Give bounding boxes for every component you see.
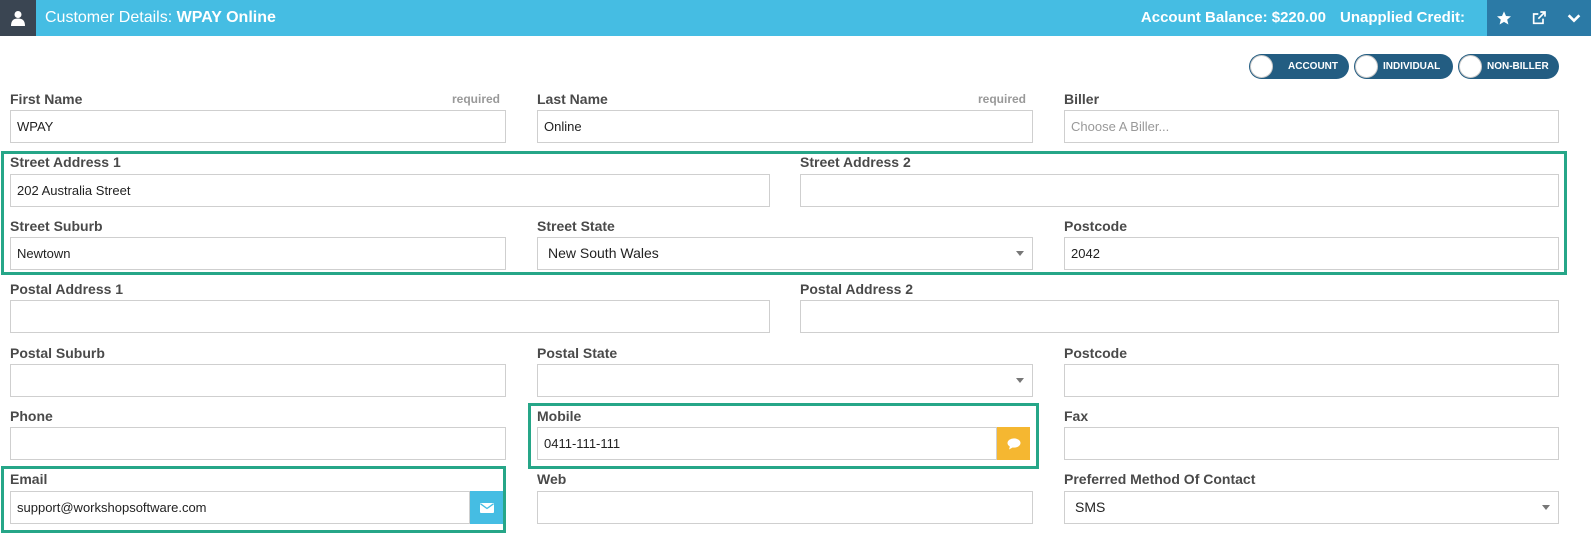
postal-address-2-label: Postal Address 2 bbox=[800, 281, 914, 297]
envelope-icon bbox=[479, 502, 494, 513]
street-address-1-label: Street Address 1 bbox=[10, 154, 121, 170]
user-icon bbox=[0, 0, 36, 36]
mobile-label: Mobile bbox=[537, 408, 582, 424]
account-toggle-label: ACCOUNT bbox=[1288, 61, 1338, 72]
street-suburb-label: Street Suburb bbox=[10, 218, 103, 234]
non-biller-toggle-label: NON-BILLER bbox=[1487, 61, 1549, 72]
street-state-select[interactable]: New South Wales bbox=[537, 237, 1033, 270]
toggle-knob bbox=[1250, 55, 1273, 78]
street-postcode-input[interactable]: 2042 bbox=[1064, 237, 1559, 270]
caret-down-icon bbox=[1016, 251, 1024, 256]
send-sms-button[interactable] bbox=[997, 427, 1030, 460]
page-header: Customer Details: WPAY Online Account Ba… bbox=[0, 0, 1591, 36]
postal-state-select[interactable] bbox=[537, 364, 1033, 397]
caret-down-icon bbox=[1016, 378, 1024, 383]
first-name-required: required bbox=[452, 92, 501, 106]
last-name-label: Last Name bbox=[537, 91, 608, 107]
caret-down-icon bbox=[1542, 505, 1550, 510]
chat-bubble-icon bbox=[1007, 437, 1020, 449]
preferred-contact-label: Preferred Method Of Contact bbox=[1064, 471, 1256, 487]
account-toggle[interactable]: ACCOUNT bbox=[1249, 54, 1349, 79]
email-input[interactable]: support@workshopsoftware.com bbox=[10, 491, 470, 524]
title-prefix: Customer Details: bbox=[45, 9, 173, 26]
web-label: Web bbox=[537, 471, 567, 487]
street-postcode-label: Postcode bbox=[1064, 218, 1128, 234]
account-balance: Account Balance: $220.00 bbox=[1140, 9, 1326, 26]
individual-toggle-label: INDIVIDUAL bbox=[1383, 61, 1441, 72]
header-actions bbox=[1487, 0, 1591, 36]
preferred-contact-select[interactable]: SMS bbox=[1064, 491, 1559, 524]
street-suburb-input[interactable]: Newtown bbox=[10, 237, 506, 270]
email-label: Email bbox=[10, 471, 48, 487]
postal-address-2-input[interactable] bbox=[800, 300, 1559, 333]
send-email-button[interactable] bbox=[470, 491, 503, 524]
non-biller-toggle[interactable]: NON-BILLER bbox=[1458, 54, 1559, 79]
phone-label: Phone bbox=[10, 408, 53, 424]
web-input[interactable] bbox=[537, 491, 1033, 524]
fax-label: Fax bbox=[1064, 408, 1089, 424]
street-address-1-input[interactable]: 202 Australia Street bbox=[10, 174, 770, 207]
postal-suburb-input[interactable] bbox=[10, 364, 506, 397]
postal-state-label: Postal State bbox=[537, 345, 618, 361]
fax-input[interactable] bbox=[1064, 427, 1559, 460]
customer-name: WPAY Online bbox=[176, 9, 276, 26]
street-state-label: Street State bbox=[537, 218, 615, 234]
mobile-input[interactable]: 0411-111-111 bbox=[537, 427, 997, 460]
postal-suburb-label: Postal Suburb bbox=[10, 345, 105, 361]
postal-address-1-label: Postal Address 1 bbox=[10, 281, 124, 297]
account-summary: Account Balance: $220.00 Unapplied Credit… bbox=[1141, 0, 1465, 36]
last-name-input[interactable]: Online bbox=[537, 110, 1033, 143]
preferred-contact-value: SMS bbox=[1075, 499, 1106, 515]
first-name-input[interactable]: WPAY bbox=[10, 110, 506, 143]
chevron-down-icon[interactable] bbox=[1562, 6, 1586, 30]
biller-label: Biller bbox=[1064, 91, 1100, 107]
toggle-knob bbox=[1459, 55, 1482, 78]
unapplied-credit: Unapplied Credit: bbox=[1339, 9, 1465, 26]
phone-input[interactable] bbox=[10, 427, 506, 460]
street-state-value: New South Wales bbox=[548, 245, 659, 261]
biller-select[interactable]: Choose A Biller... bbox=[1064, 110, 1559, 143]
individual-toggle[interactable]: INDIVIDUAL bbox=[1354, 54, 1453, 79]
first-name-label: First Name bbox=[10, 91, 83, 107]
page-title: Customer Details: WPAY Online bbox=[45, 0, 276, 36]
toggle-knob bbox=[1355, 55, 1378, 78]
postal-postcode-input[interactable] bbox=[1064, 364, 1559, 397]
external-link-icon[interactable] bbox=[1527, 6, 1551, 30]
postal-address-1-input[interactable] bbox=[10, 300, 770, 333]
street-address-2-label: Street Address 2 bbox=[800, 154, 911, 170]
last-name-required: required bbox=[978, 92, 1027, 106]
postal-postcode-label: Postcode bbox=[1064, 345, 1128, 361]
street-address-2-input[interactable] bbox=[800, 174, 1559, 207]
star-icon[interactable] bbox=[1492, 6, 1516, 30]
